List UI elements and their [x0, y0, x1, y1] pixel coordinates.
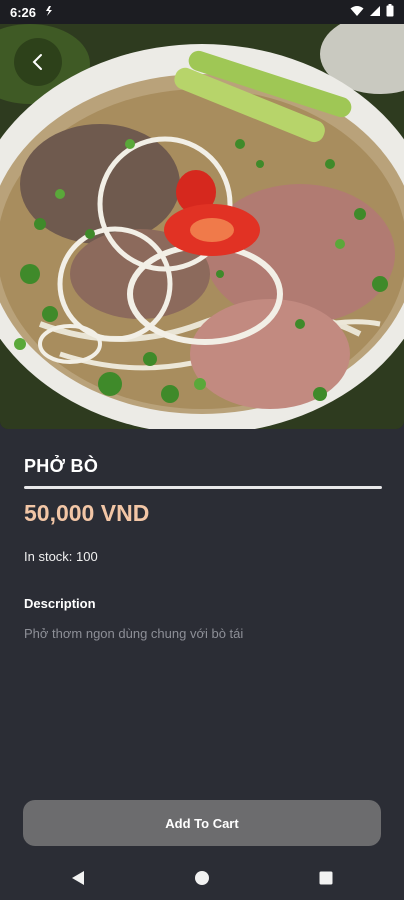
stock-count: In stock: 100 [24, 549, 98, 564]
product-price: 50,000 VND [24, 500, 150, 526]
notification-icon [44, 5, 54, 20]
signal-icon [369, 5, 381, 20]
product-detail-screen: 6:26 PHỞ BÒ 50,000 VND In stock: 100 Des… [0, 0, 404, 900]
title-divider [24, 486, 382, 489]
status-time: 6:26 [10, 4, 37, 20]
nav-back-icon[interactable] [66, 866, 90, 890]
nav-recents-icon[interactable] [314, 866, 338, 890]
battery-icon [386, 4, 394, 20]
add-to-cart-button[interactable]: Add To Cart [23, 800, 381, 846]
nav-home-icon[interactable] [190, 866, 214, 890]
wifi-icon [350, 5, 364, 20]
status-icons [350, 4, 394, 20]
description-text: Phở thơm ngon dùng chung với bò tái [24, 626, 244, 641]
product-title: PHỞ BÒ [24, 456, 99, 476]
back-arrow-icon [31, 53, 45, 71]
description-heading: Description [24, 596, 96, 611]
back-button[interactable] [14, 38, 62, 86]
system-nav-bar [0, 855, 404, 900]
status-bar: 6:26 [0, 0, 404, 24]
product-image [0, 24, 404, 429]
